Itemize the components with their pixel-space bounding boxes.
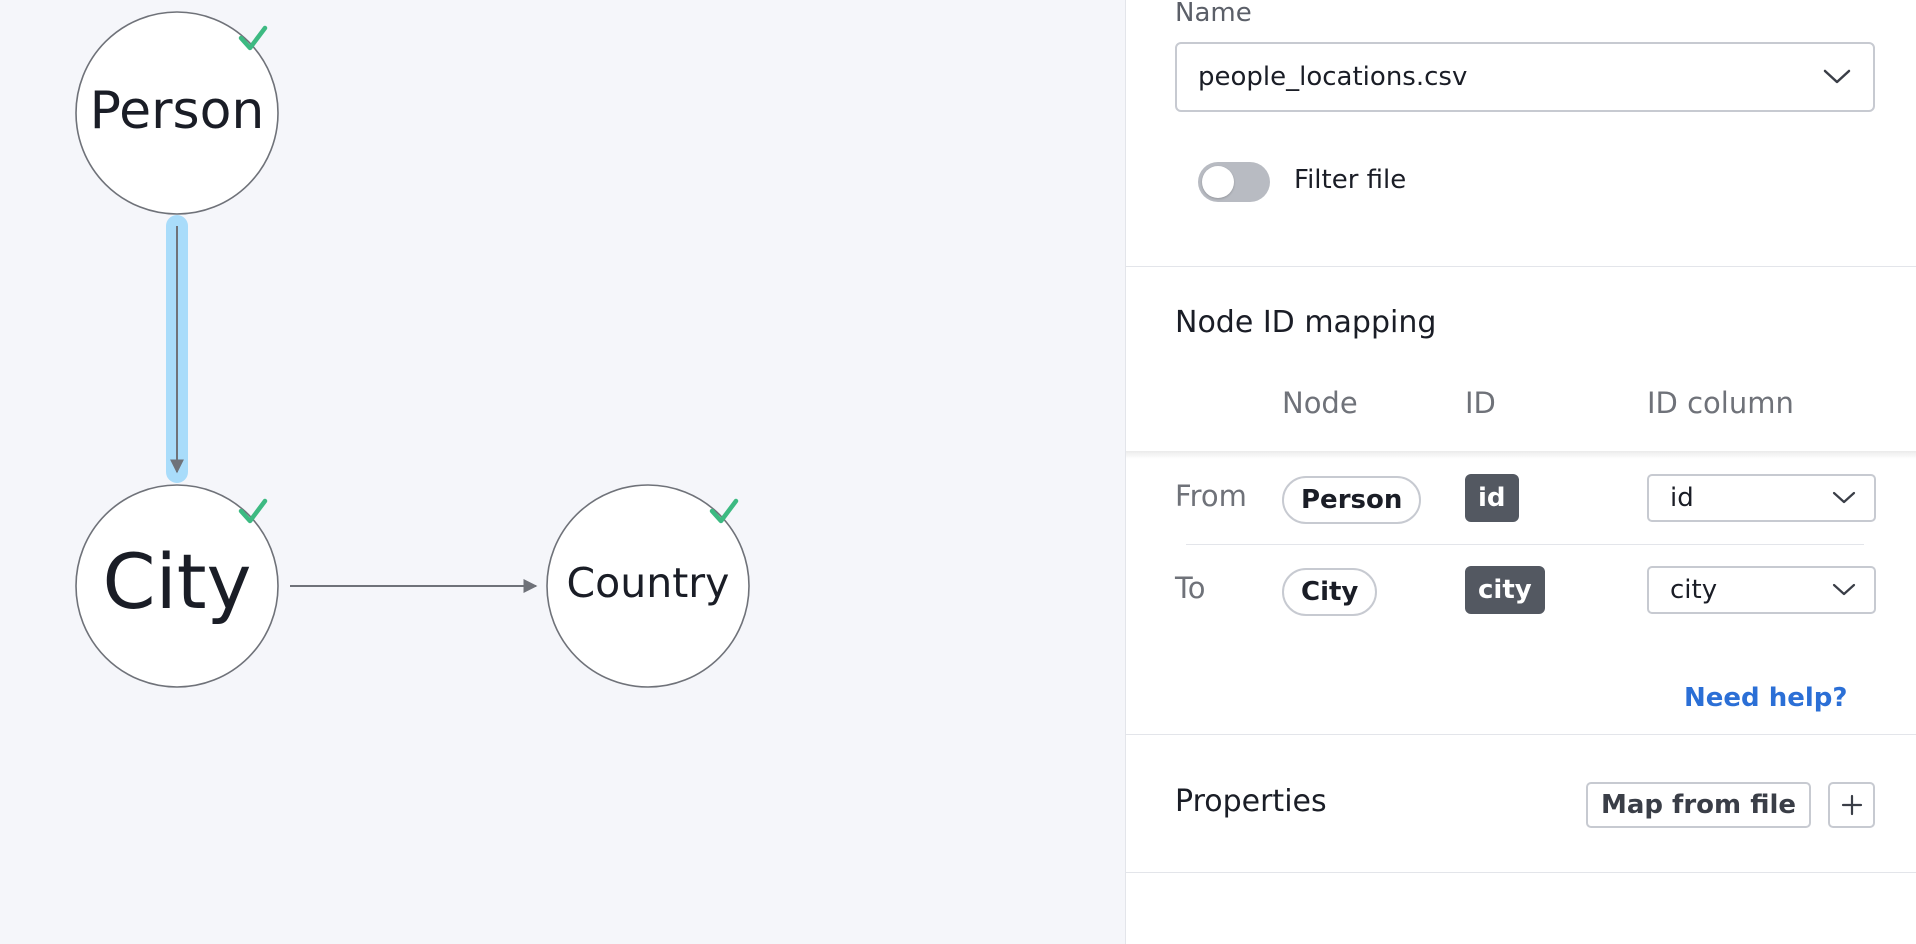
node-label: Person <box>90 81 265 141</box>
col-head-id: ID <box>1465 386 1496 420</box>
plus-icon <box>1841 794 1862 816</box>
node-country[interactable]: Country <box>546 484 750 688</box>
graph-diagram[interactable]: Person City Country <box>0 0 1125 944</box>
name-label: Name <box>1175 0 1252 28</box>
node-city[interactable]: City <box>75 484 279 688</box>
edge-settings-panel: Name people_locations.csv Filter file No… <box>1125 0 1916 944</box>
id-column-value: id <box>1670 483 1694 513</box>
divider <box>1126 734 1916 735</box>
node-label: City <box>103 537 252 626</box>
file-section: Name people_locations.csv Filter file <box>1126 0 1916 267</box>
node-label: Country <box>567 559 730 607</box>
toggle-knob <box>1202 166 1234 198</box>
row-divider <box>1186 544 1864 545</box>
node-pill: City <box>1282 568 1378 616</box>
id-badge: city <box>1465 566 1545 614</box>
node-person[interactable]: Person <box>75 11 279 215</box>
col-head-id-column: ID column <box>1647 386 1794 420</box>
chevron-down-icon <box>1823 69 1851 84</box>
row-label: From <box>1175 479 1247 513</box>
node-pill: Person <box>1282 476 1422 524</box>
file-name-select[interactable]: people_locations.csv <box>1175 42 1875 112</box>
filter-file-label: Filter file <box>1294 165 1407 195</box>
file-name-value: people_locations.csv <box>1198 62 1468 92</box>
row-label: To <box>1175 571 1206 605</box>
id-column-select[interactable]: id <box>1647 474 1876 522</box>
divider <box>1126 266 1916 267</box>
properties-title: Properties <box>1175 784 1327 819</box>
filter-file-toggle[interactable] <box>1198 162 1270 202</box>
divider <box>1126 872 1916 873</box>
add-property-button[interactable] <box>1828 782 1875 828</box>
map-from-file-button[interactable]: Map from file <box>1586 782 1811 828</box>
chevron-down-icon <box>1832 583 1856 596</box>
id-column-value: city <box>1670 575 1718 605</box>
need-help-link[interactable]: Need help? <box>1684 683 1847 713</box>
header-shadow <box>1126 451 1916 459</box>
id-badge: id <box>1465 474 1519 522</box>
mapping-title: Node ID mapping <box>1175 305 1437 340</box>
col-head-node: Node <box>1282 386 1358 420</box>
graph-canvas[interactable]: Person City Country <box>0 0 1125 944</box>
id-column-select[interactable]: city <box>1647 566 1876 614</box>
chevron-down-icon <box>1832 491 1856 504</box>
